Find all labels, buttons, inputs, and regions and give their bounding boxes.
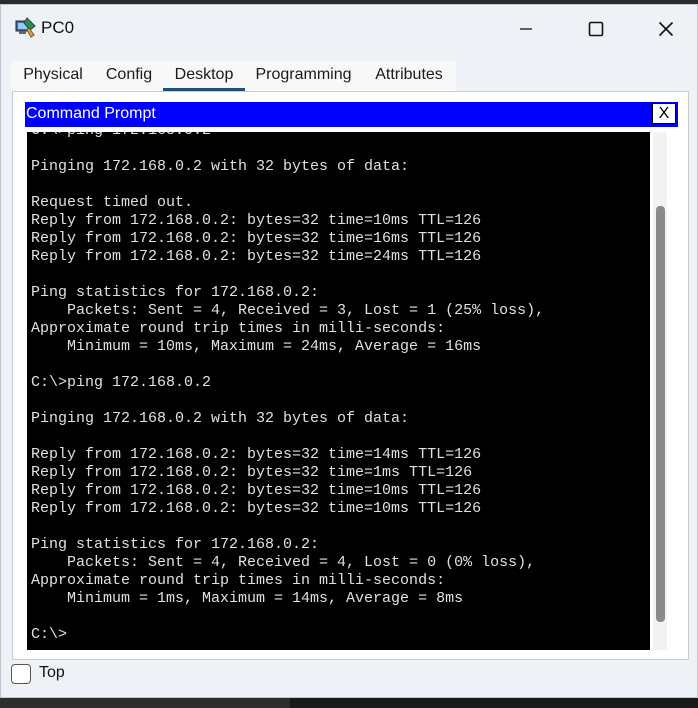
terminal-line: Reply from 172.168.0.2: bytes=32 time=16… bbox=[31, 230, 482, 247]
taskbar-strip bbox=[0, 698, 698, 708]
terminal-line: Minimum = 1ms, Maximum = 14ms, Average =… bbox=[31, 590, 464, 607]
tab-config[interactable]: Config bbox=[95, 61, 163, 91]
close-icon bbox=[658, 21, 674, 37]
title-bar[interactable]: PC0 bbox=[1, 5, 697, 49]
terminal-line: Reply from 172.168.0.2: bytes=32 time=10… bbox=[31, 212, 482, 229]
terminal-scrollbar[interactable] bbox=[653, 132, 667, 650]
minimize-icon bbox=[520, 28, 532, 30]
command-prompt-titlebar: Command Prompt X bbox=[25, 102, 678, 127]
app-window: PC0 Physical Config Desktop Programming … bbox=[0, 4, 698, 698]
maximize-button[interactable] bbox=[566, 9, 626, 49]
tab-desktop[interactable]: Desktop bbox=[163, 61, 245, 91]
terminal-line: C:\>ping 172.168.0.2 bbox=[31, 132, 544, 140]
terminal-line: Approximate round trip times in milli-se… bbox=[31, 320, 446, 337]
top-checkbox-label: Top bbox=[39, 664, 65, 681]
tab-programming[interactable]: Programming bbox=[245, 61, 362, 91]
terminal-line: Reply from 172.168.0.2: bytes=32 time=10… bbox=[31, 482, 482, 499]
terminal-line: Minimum = 10ms, Maximum = 24ms, Average … bbox=[31, 338, 482, 355]
terminal-line: Reply from 172.168.0.2: bytes=32 time=24… bbox=[31, 248, 482, 265]
desktop-panel: Command Prompt X C:\>ping 172.168.0.2 Pin… bbox=[12, 91, 689, 660]
terminal-line: C:\>ping 172.168.0.2 bbox=[31, 374, 212, 391]
command-prompt-title: Command Prompt bbox=[26, 105, 156, 122]
tab-bar: Physical Config Desktop Programming Attr… bbox=[11, 61, 456, 91]
terminal-line: Reply from 172.168.0.2: bytes=32 time=10… bbox=[31, 500, 482, 517]
terminal-line: Reply from 172.168.0.2: bytes=32 time=14… bbox=[31, 446, 482, 463]
minimize-button[interactable] bbox=[496, 9, 556, 49]
close-window-button[interactable] bbox=[636, 9, 696, 49]
terminal-output[interactable]: C:\>ping 172.168.0.2 Pinging 172.168.0.2 … bbox=[27, 132, 650, 650]
tab-physical[interactable]: Physical bbox=[11, 61, 95, 91]
terminal-line: Reply from 172.168.0.2: bytes=32 time=1m… bbox=[31, 464, 473, 481]
terminal-line: Approximate round trip times in milli-se… bbox=[31, 572, 446, 589]
terminal-line: Request timed out. bbox=[31, 194, 194, 211]
scrollbar-thumb[interactable] bbox=[656, 206, 665, 622]
tab-attributes[interactable]: Attributes bbox=[362, 61, 456, 91]
terminal-line: Ping statistics for 172.168.0.2: bbox=[31, 284, 320, 301]
terminal-line: C:\> bbox=[31, 626, 68, 643]
terminal-line: Packets: Sent = 4, Received = 3, Lost = … bbox=[31, 302, 545, 319]
pc-app-icon bbox=[13, 16, 37, 40]
maximize-icon bbox=[588, 21, 604, 37]
top-checkbox[interactable] bbox=[11, 664, 31, 684]
terminal-line: Ping statistics for 172.168.0.2: bbox=[31, 536, 320, 553]
terminal-line: Pinging 172.168.0.2 with 32 bytes of dat… bbox=[31, 410, 410, 427]
terminal-lines: C:\>ping 172.168.0.2 Pinging 172.168.0.2 … bbox=[31, 132, 544, 644]
terminal-line: Pinging 172.168.0.2 with 32 bytes of dat… bbox=[31, 158, 410, 175]
terminal-line: Packets: Sent = 4, Received = 4, Lost = … bbox=[31, 554, 536, 571]
window-title: PC0 bbox=[41, 18, 75, 37]
command-prompt-close-button[interactable]: X bbox=[652, 103, 676, 124]
